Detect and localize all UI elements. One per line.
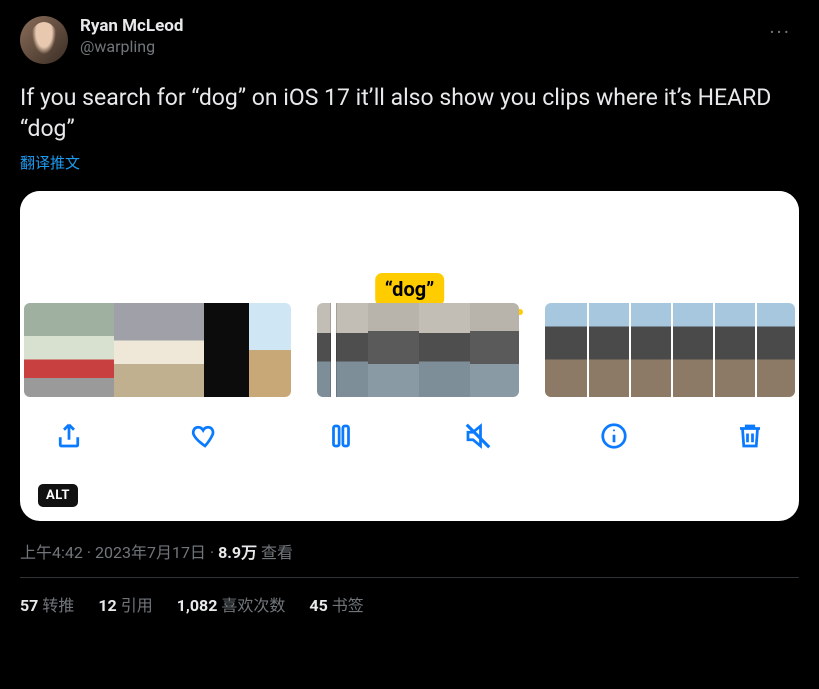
caption-highlight: “dog” [375,273,445,306]
timeline-frame [368,303,419,397]
timeline-frame [317,303,368,397]
timeline-frame [24,303,69,397]
timeline-frame [249,303,291,397]
quotes-stat[interactable]: 12引用 [98,592,152,616]
trash-icon[interactable] [733,419,767,453]
timeline-frame [69,303,114,397]
clip-group-1[interactable] [24,303,291,397]
tweet-header: Ryan McLeod @warpling ··· [20,16,799,64]
views-count: 8.9万 [218,543,257,562]
timeline-frame [629,303,671,397]
timeline-frame [671,303,713,397]
tweet-container: Ryan McLeod @warpling ··· If you search … [0,0,819,626]
media-controls [20,397,799,453]
timeline-frame [587,303,629,397]
timeline-frame [419,303,470,397]
more-button[interactable]: ··· [761,16,799,48]
avatar[interactable] [20,16,68,64]
timeline-frame [159,303,204,397]
author-handle: @warpling [80,37,183,57]
timeline-frame [470,303,519,397]
playhead[interactable] [331,303,336,397]
author-names[interactable]: Ryan McLeod @warpling [80,16,183,57]
tweet-time[interactable]: 上午4:42 [20,543,83,562]
share-icon[interactable] [52,419,86,453]
timeline-frame [545,303,587,397]
media-card[interactable]: “dog” [20,191,799,521]
timeline-frame [713,303,755,397]
display-name: Ryan McLeod [80,16,183,37]
heart-icon[interactable] [188,419,222,453]
bookmarks-stat[interactable]: 45书签 [309,592,363,616]
stats-row: 57转推 12引用 1,082喜欢次数 45书签 [20,578,799,616]
mute-icon[interactable] [461,419,495,453]
timeline-frame [204,303,249,397]
video-timeline[interactable] [20,303,799,397]
retweets-stat[interactable]: 57转推 [20,592,74,616]
info-icon[interactable] [597,419,631,453]
timeline-frame [114,303,159,397]
pause-icon[interactable] [324,419,358,453]
tweet-meta: 上午4:42 · 2023年7月17日 · 8.9万 查看 [20,539,799,563]
tweet-date[interactable]: 2023年7月17日 [95,543,206,562]
views-label: 查看 [257,543,293,562]
clip-group-2[interactable] [317,303,519,397]
timeline-frame [755,303,795,397]
tweet-text: If you search for “dog” on iOS 17 it’ll … [20,82,799,144]
likes-stat[interactable]: 1,082喜欢次数 [177,592,286,616]
translate-link[interactable]: 翻译推文 [20,152,799,173]
clip-group-3[interactable] [545,303,795,397]
alt-badge[interactable]: ALT [38,484,78,507]
